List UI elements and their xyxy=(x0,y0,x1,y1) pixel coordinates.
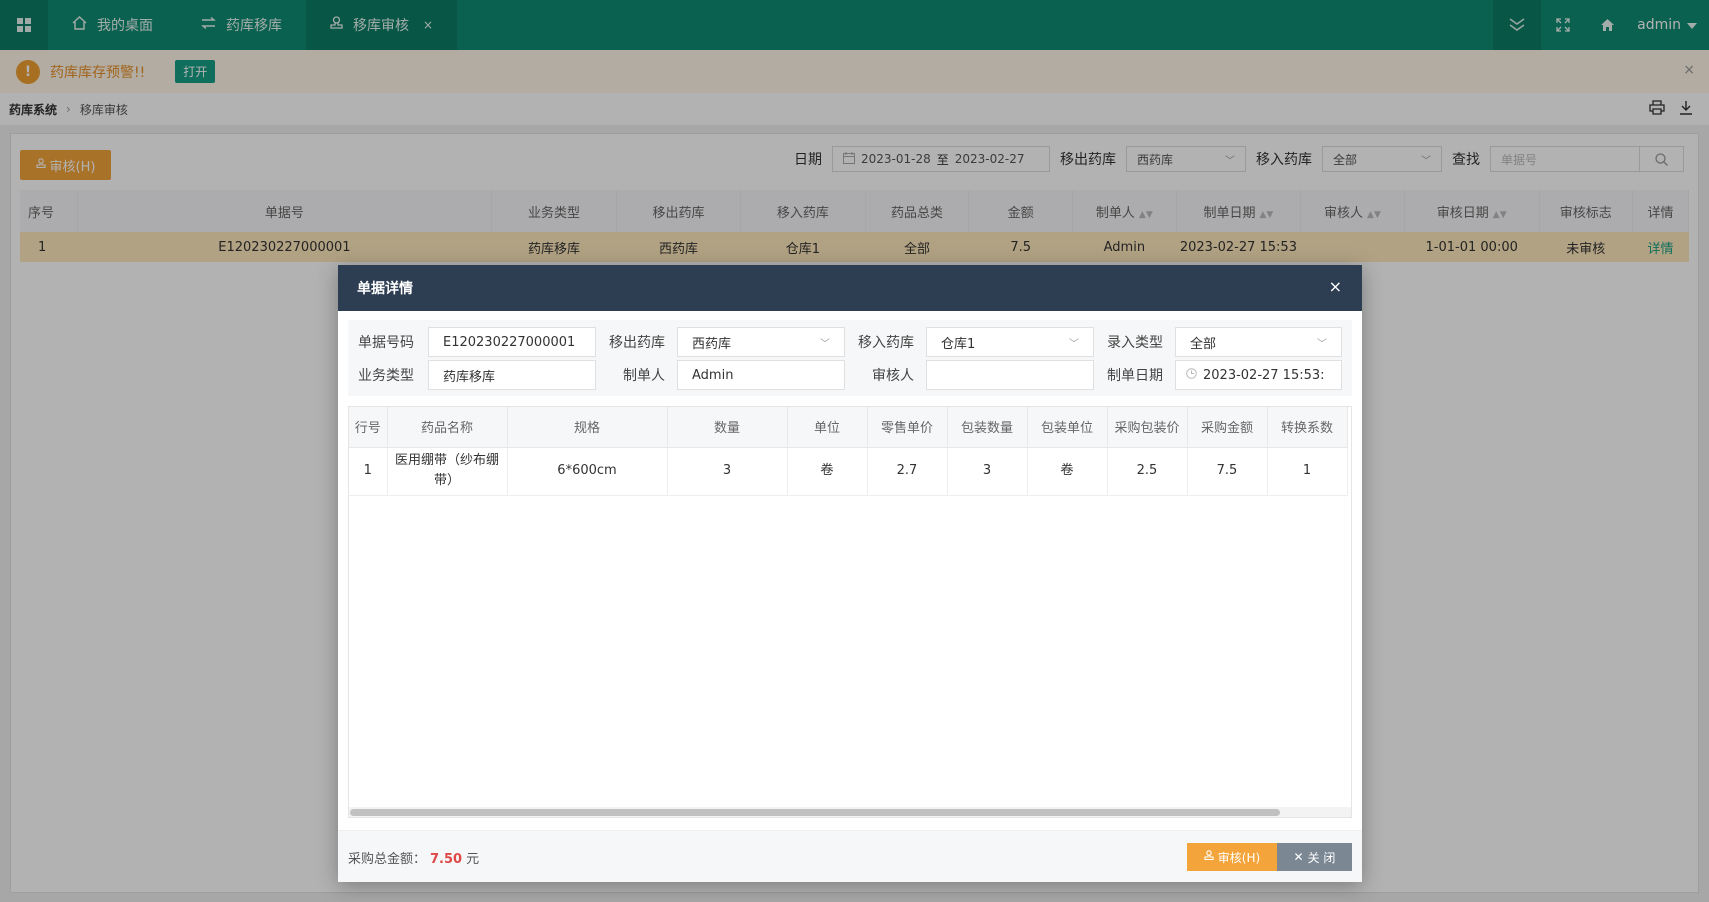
col-header: 零售单价 xyxy=(867,407,948,448)
doc-no-label: 单据号码 xyxy=(358,335,414,351)
cell-purchase-pack-price: 2.5 xyxy=(1107,447,1188,496)
col-header: 转换系数 xyxy=(1267,407,1348,448)
entry-type-label: 录入类型 xyxy=(1107,335,1163,351)
audit-confirm-button[interactable]: 审核(H) xyxy=(1187,843,1277,871)
modal-header: 单据详情 × xyxy=(338,265,1362,311)
cell-retail-price: 2.7 xyxy=(867,447,948,496)
col-header: 规格 xyxy=(507,407,668,448)
cell-quantity: 3 xyxy=(667,447,788,496)
horizontal-scrollbar[interactable] xyxy=(349,807,1351,817)
biz-type-label: 业务类型 xyxy=(358,368,414,384)
make-date-field[interactable]: 2023-02-27 15:53: xyxy=(1175,360,1342,390)
cell-conversion: 1 xyxy=(1267,447,1348,496)
auditor-label: 审核人 xyxy=(872,368,914,384)
total-unit: 元 xyxy=(466,852,480,867)
out-warehouse-select[interactable]: 西药库 ﹀ xyxy=(677,327,845,357)
in-warehouse-value: 仓库1 xyxy=(941,336,976,352)
cell-unit: 卷 xyxy=(787,447,868,496)
total-amount: 7.50 xyxy=(430,852,463,867)
purchase-total: 采购总金额： 7.50 元 xyxy=(348,848,479,867)
biz-type-field[interactable]: 药库移库 xyxy=(428,360,596,390)
col-header: 药品名称 xyxy=(387,407,508,448)
close-icon: ✕ xyxy=(1293,850,1304,864)
col-header: 包装单位 xyxy=(1027,407,1108,448)
entry-type-value: 全部 xyxy=(1190,336,1217,352)
audit-confirm-label: 审核(H) xyxy=(1217,850,1261,865)
document-detail-modal: 单据详情 × 单据号码 E120230227000001 移出药库 西药库 ﹀ … xyxy=(338,265,1362,882)
detail-grid: 行号 药品名称 规格 数量 单位 零售单价 包装数量 包装单位 采购包装价 采购… xyxy=(348,406,1352,818)
in-warehouse-select[interactable]: 仓库1 ﹀ xyxy=(926,327,1094,357)
entry-type-select[interactable]: 全部 ﹀ xyxy=(1175,327,1342,357)
stamp-icon xyxy=(1204,850,1214,864)
close-icon[interactable]: × xyxy=(1329,277,1342,296)
col-header: 数量 xyxy=(667,407,788,448)
make-date-label: 制单日期 xyxy=(1107,368,1163,384)
cell-drug-name: 医用绷带（纱布绷带） xyxy=(387,447,508,496)
doc-no-field[interactable]: E120230227000001 xyxy=(428,327,596,357)
maker-field[interactable]: Admin xyxy=(677,360,845,390)
modal-title: 单据详情 xyxy=(357,281,413,297)
clock-icon xyxy=(1186,367,1197,383)
document-form: 单据号码 E120230227000001 移出药库 西药库 ﹀ 移入药库 仓库… xyxy=(348,320,1352,396)
out-warehouse-label: 移出药库 xyxy=(609,335,665,351)
chevron-down-icon: ﹀ xyxy=(1069,338,1079,350)
maker-label: 制单人 xyxy=(623,368,665,384)
out-warehouse-value: 西药库 xyxy=(692,336,732,352)
col-header: 采购包装价 xyxy=(1107,407,1188,448)
cell-purchase-amount: 7.5 xyxy=(1187,447,1268,496)
col-header: 采购金额 xyxy=(1187,407,1268,448)
modal-footer: 采购总金额： 7.50 元 审核(H) ✕ 关 闭 xyxy=(338,830,1362,882)
auditor-field[interactable] xyxy=(926,360,1094,390)
close-modal-button[interactable]: ✕ 关 闭 xyxy=(1277,843,1352,871)
chevron-down-icon: ﹀ xyxy=(820,338,830,350)
detail-table: 行号 药品名称 规格 数量 单位 零售单价 包装数量 包装单位 采购包装价 采购… xyxy=(349,407,1348,496)
cell-spec: 6*600cm xyxy=(507,447,668,496)
col-header: 包装数量 xyxy=(947,407,1028,448)
table-row[interactable]: 1 医用绷带（纱布绷带） 6*600cm 3 卷 2.7 3 卷 2.5 7.5… xyxy=(349,447,1348,496)
col-header: 单位 xyxy=(787,407,868,448)
close-modal-label: 关 闭 xyxy=(1307,850,1336,865)
cell-pack-qty: 3 xyxy=(947,447,1028,496)
total-label: 采购总金额： xyxy=(348,852,427,867)
make-date-value: 2023-02-27 15:53: xyxy=(1203,367,1325,383)
in-warehouse-label: 移入药库 xyxy=(858,335,914,351)
cell-pack-unit: 卷 xyxy=(1027,447,1108,496)
col-header: 行号 xyxy=(349,407,388,448)
cell-line-no: 1 xyxy=(349,447,388,496)
chevron-down-icon: ﹀ xyxy=(1317,338,1327,350)
scrollbar-thumb[interactable] xyxy=(350,809,1280,816)
table-header-row: 行号 药品名称 规格 数量 单位 零售单价 包装数量 包装单位 采购包装价 采购… xyxy=(349,407,1348,448)
